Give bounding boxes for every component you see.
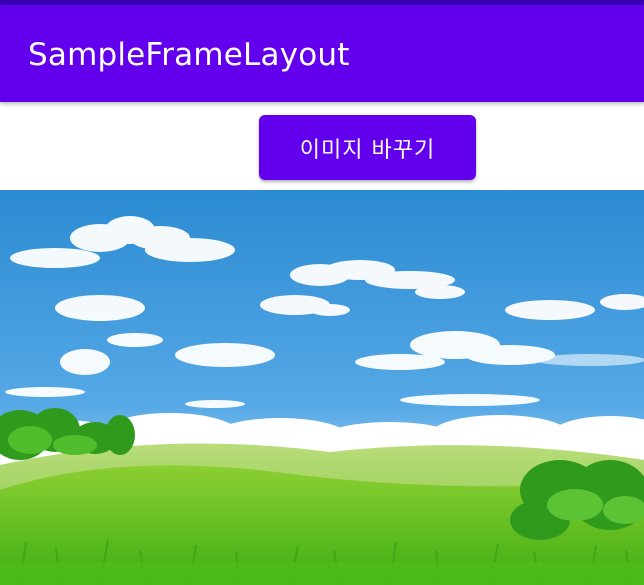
app-title: SampleFrameLayout bbox=[28, 37, 350, 73]
change-image-button[interactable]: 이미지 바꾸기 bbox=[259, 115, 476, 180]
landscape-image bbox=[0, 190, 644, 585]
app-bar: SampleFrameLayout bbox=[0, 5, 644, 102]
